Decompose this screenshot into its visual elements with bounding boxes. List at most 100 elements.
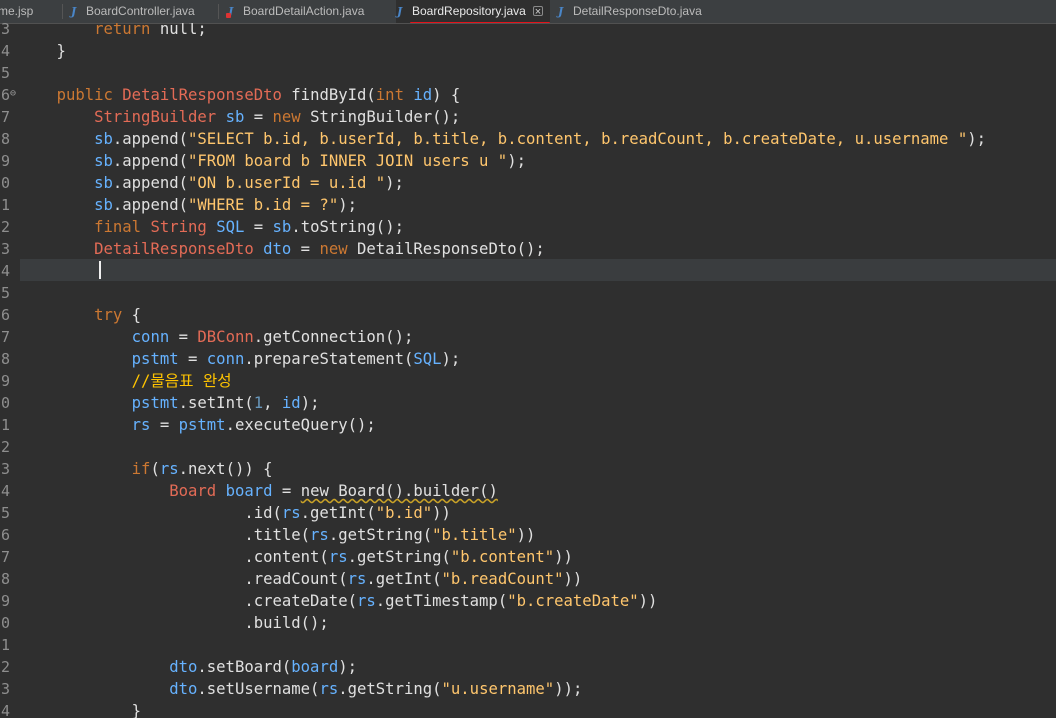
code-token: .getInt( xyxy=(300,504,376,522)
code-token: .id( xyxy=(19,504,282,522)
code-editor[interactable]: ⊖ 3 return null; 4 } 5 6 public DetailRespo… xyxy=(0,23,1056,718)
code-line: .title(rs.getString("b.title")) xyxy=(19,524,535,546)
code-token: 1 xyxy=(253,394,264,412)
code-token: ); xyxy=(441,350,461,368)
code-token: if xyxy=(131,460,151,478)
line-number: 6 xyxy=(0,526,10,544)
line-number: 7 xyxy=(0,328,10,346)
line-number: 1 xyxy=(0,636,10,654)
code-token: ); xyxy=(967,130,987,148)
code-line: //물음표 완성 xyxy=(19,370,232,392)
code-token: "u.username" xyxy=(441,680,555,698)
code-token: new Board().builder() xyxy=(300,482,498,500)
code-token: dto xyxy=(263,240,292,258)
line-number: 6 xyxy=(0,86,10,104)
code-token: .getString( xyxy=(328,526,433,544)
tab-label: me.jsp xyxy=(0,4,34,18)
java-file-error-icon xyxy=(226,0,236,23)
code-token: dto xyxy=(169,658,198,676)
tab-board-controller[interactable]: BoardController.java xyxy=(70,0,210,23)
code-token: Board xyxy=(169,482,217,500)
tab-board-detail-action[interactable]: BoardDetailAction.java xyxy=(226,0,387,23)
code-token: = xyxy=(244,218,273,236)
code-token: .setBoard( xyxy=(197,658,292,676)
code-token: SQL xyxy=(413,350,442,368)
line-number: 7 xyxy=(0,548,10,566)
fold-collapse-icon[interactable]: ⊖ xyxy=(10,83,18,105)
line-number: 1 xyxy=(0,196,10,214)
code-token: } xyxy=(19,702,142,718)
code-token: id xyxy=(281,394,301,412)
line-number: 4 xyxy=(0,262,10,280)
editor-tab-bar: me.jsp BoardController.java BoardDetailA… xyxy=(0,0,1056,24)
code-token: .getString( xyxy=(347,548,451,566)
code-token: .getConnection(); xyxy=(253,328,414,346)
code-token: pstmt xyxy=(131,394,179,412)
tab-detail-response-dto[interactable]: DetailResponseDto.java xyxy=(557,0,717,23)
code-line: sb.append("SELECT b.id, b.userId, b.titl… xyxy=(19,128,986,150)
code-token: DetailResponseDto xyxy=(94,240,254,258)
code-token: = xyxy=(291,240,320,258)
code-token: sb xyxy=(272,218,292,236)
tab-label: DetailResponseDto.java xyxy=(573,4,702,18)
code-token: )) xyxy=(638,592,658,610)
code-token: final xyxy=(94,218,142,236)
code-token: .createDate( xyxy=(19,592,357,610)
code-token: DBConn xyxy=(197,328,254,346)
code-token: conn xyxy=(131,328,170,346)
code-token: .setUsername( xyxy=(197,680,320,698)
code-token: .prepareStatement( xyxy=(244,350,414,368)
code-token: SQL xyxy=(216,218,245,236)
code-line: if(rs.next()) { xyxy=(19,458,273,480)
code-token: StringBuilder(); xyxy=(300,108,461,126)
tab-me-jsp[interactable]: me.jsp xyxy=(0,0,40,23)
line-number: 8 xyxy=(0,570,10,588)
code-line: final String SQL = sb.toString(); xyxy=(19,216,404,238)
line-number: 2 xyxy=(0,438,10,456)
code-token: .next()) { xyxy=(178,460,273,478)
code-token: return xyxy=(94,23,151,38)
line-number: 8 xyxy=(0,130,10,148)
code-line: .id(rs.getInt("b.id")) xyxy=(19,502,451,524)
code-token: = xyxy=(169,328,198,346)
tab-separator xyxy=(218,4,219,19)
code-token: "b.id" xyxy=(375,504,433,522)
code-token: "b.createDate" xyxy=(507,592,639,610)
code-token: "b.content" xyxy=(450,548,555,566)
code-token: ); xyxy=(338,658,358,676)
code-line: } xyxy=(19,700,141,718)
line-number: 1 xyxy=(0,416,10,434)
code-token: .append( xyxy=(112,196,188,214)
line-number: 6 xyxy=(0,306,10,324)
code-token: String xyxy=(150,218,207,236)
code-line: } xyxy=(19,40,66,62)
code-line: Board board = new Board().builder() xyxy=(19,480,498,502)
line-number: 3 xyxy=(0,680,10,698)
code-token: rs xyxy=(310,526,329,544)
line-number: 2 xyxy=(0,218,10,236)
close-tab-icon[interactable]: × xyxy=(533,6,543,18)
code-token: rs xyxy=(159,460,179,478)
code-token: ( xyxy=(150,460,160,478)
code-token: } xyxy=(19,42,66,60)
code-token: int xyxy=(375,86,404,104)
code-token: new xyxy=(319,240,348,258)
code-token: try xyxy=(94,306,123,324)
code-token: rs xyxy=(328,548,348,566)
code-token: )); xyxy=(554,680,583,698)
java-file-icon xyxy=(70,0,79,23)
code-token: "FROM board b INNER JOIN users u " xyxy=(188,152,508,170)
code-line: conn = DBConn.getConnection(); xyxy=(19,326,414,348)
tab-board-repository[interactable]: BoardRepository.java × xyxy=(396,0,550,23)
code-token: sb xyxy=(94,130,113,148)
line-number: 9 xyxy=(0,372,10,390)
